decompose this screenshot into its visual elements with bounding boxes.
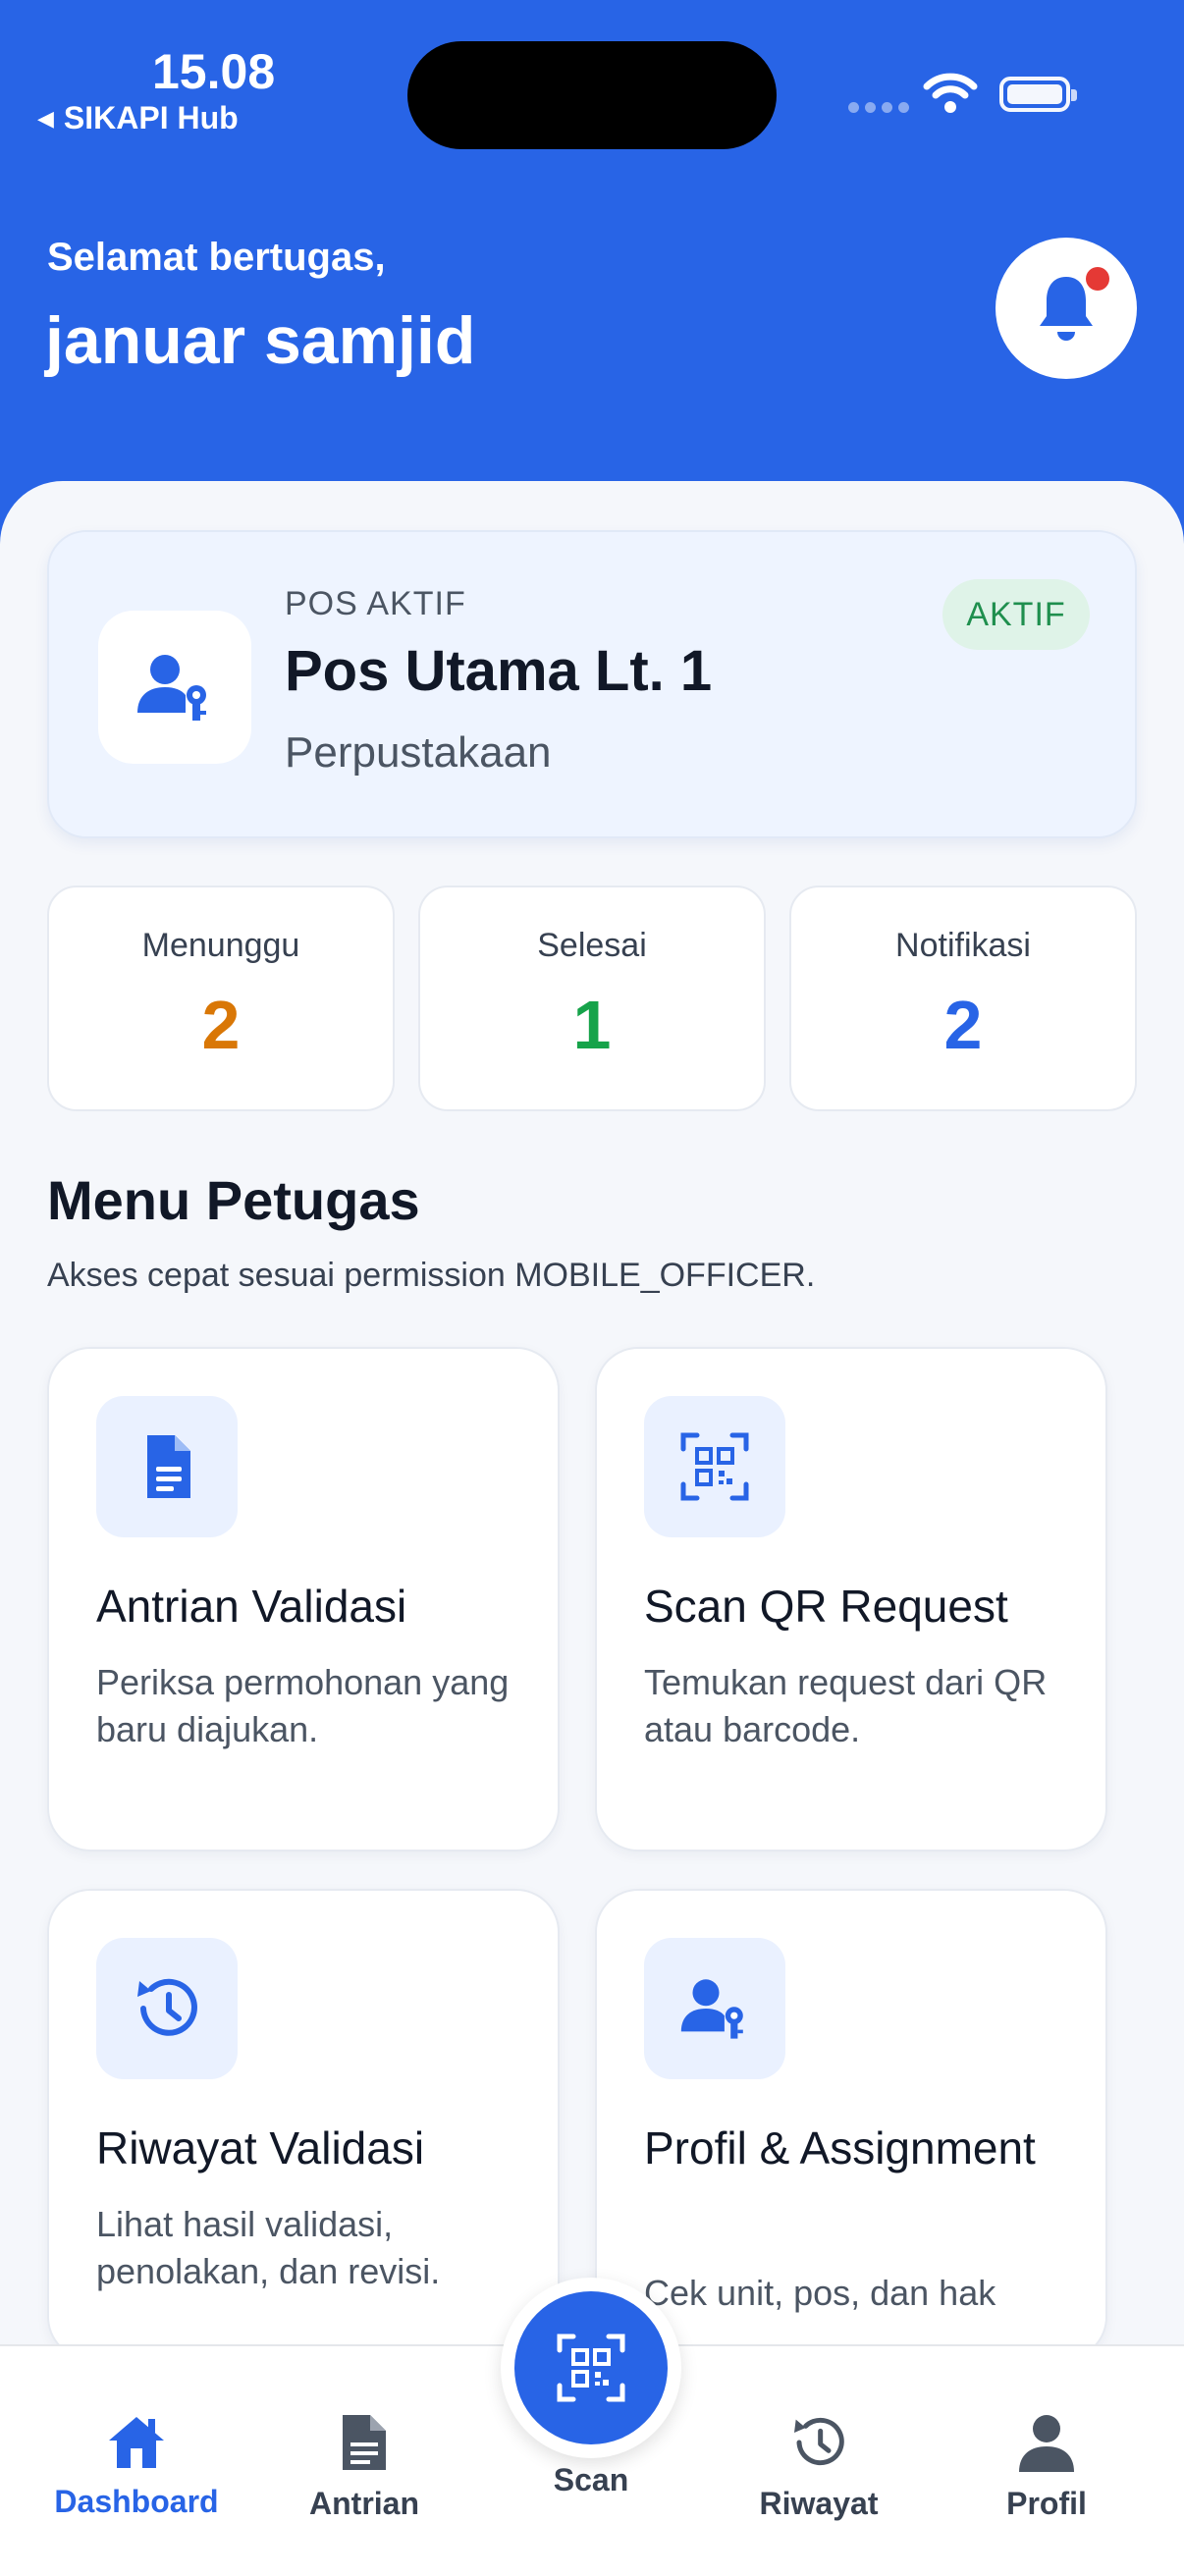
menu-card-profile-assignment[interactable]: Profil & Assignment Cek unit, pos, dan h… (595, 1889, 1107, 2360)
scan-fab-button[interactable] (501, 2278, 681, 2458)
back-arrow-icon: ◀ (37, 106, 54, 131)
menu-card-title: Antrian Validasi (96, 1581, 407, 1632)
post-icon-box (98, 611, 251, 764)
menu-card-title: Riwayat Validasi (96, 2122, 425, 2174)
stat-value: 1 (572, 987, 612, 1063)
stat-label: Selesai (537, 927, 647, 964)
post-place: Perpustakaan (285, 728, 552, 777)
qr-scan-icon (680, 1432, 749, 1501)
battery-icon (999, 77, 1077, 112)
dynamic-island (407, 41, 777, 149)
nav-label: Antrian (309, 2486, 419, 2521)
back-to-app-link[interactable]: ◀ SIKAPI Hub (37, 100, 239, 136)
status-badge: AKTIF (942, 579, 1090, 650)
stat-card-waiting[interactable]: Menunggu 2 (47, 886, 395, 1111)
stat-value: 2 (943, 987, 983, 1063)
status-time: 15.08 (152, 44, 276, 99)
notification-dot (1086, 267, 1109, 291)
nav-label: Dashboard (54, 2484, 219, 2519)
nav-dashboard[interactable]: Dashboard (28, 2413, 244, 2520)
greeting-text: Selamat bertugas, (47, 236, 386, 279)
history-icon (794, 2417, 844, 2466)
post-name: Pos Utama Lt. 1 (285, 639, 713, 703)
history-icon (137, 1978, 197, 2036)
user-key-icon (137, 655, 206, 721)
home-icon (109, 2417, 164, 2468)
nav-label: Riwayat (759, 2486, 879, 2521)
scan-fab-inner (514, 2291, 668, 2444)
stat-label: Menunggu (141, 927, 300, 964)
signal-icon (848, 102, 909, 113)
menu-card-title: Profil & Assignment (644, 2122, 1036, 2174)
notification-button[interactable] (996, 238, 1137, 379)
nav-profil[interactable]: Profil (939, 2413, 1155, 2522)
menu-subtitle: Akses cepat sesuai permission MOBILE_OFF… (47, 1257, 816, 1294)
stat-card-done[interactable]: Selesai 1 (418, 886, 766, 1111)
menu-card-scan-qr[interactable]: Scan QR Request Temukan request dari QR … (595, 1347, 1107, 1852)
menu-icon-box (644, 1938, 785, 2079)
stat-card-notifications[interactable]: Notifikasi 2 (789, 886, 1137, 1111)
qr-scan-icon (557, 2334, 625, 2402)
document-icon (343, 2415, 386, 2470)
scan-label: Scan (553, 2462, 629, 2497)
menu-card-desc: Lihat hasil validasi, penolakan, dan rev… (96, 2204, 441, 2291)
username: januar samjid (45, 303, 476, 378)
stat-value: 2 (201, 987, 241, 1063)
stat-label: Notifikasi (895, 927, 1031, 964)
menu-icon-box (644, 1396, 785, 1537)
nav-antrian[interactable]: Antrian (256, 2413, 472, 2522)
menu-card-desc: Temukan request dari QR atau barcode. (644, 1662, 1048, 1749)
menu-icon-box (96, 1938, 238, 2079)
user-key-icon (680, 1979, 743, 2039)
wifi-icon (923, 73, 978, 113)
document-icon (147, 1435, 190, 1498)
menu-title: Menu Petugas (47, 1169, 420, 1231)
menu-card-desc: Cek unit, pos, dan hak (644, 2273, 996, 2313)
active-post-card[interactable]: POS AKTIF Pos Utama Lt. 1 Perpustakaan A… (47, 530, 1137, 838)
menu-card-title: Scan QR Request (644, 1581, 1008, 1632)
menu-card-validation-history[interactable]: Riwayat Validasi Lihat hasil validasi, p… (47, 1889, 560, 2360)
nav-label: Profil (1006, 2486, 1087, 2521)
post-label: POS AKTIF (285, 585, 466, 622)
user-icon (1019, 2415, 1074, 2472)
menu-card-desc: Periksa permohonan yang baru diajukan. (96, 1662, 510, 1749)
menu-card-validation-queue[interactable]: Antrian Validasi Periksa permohonan yang… (47, 1347, 560, 1852)
menu-icon-box (96, 1396, 238, 1537)
nav-riwayat[interactable]: Riwayat (711, 2413, 927, 2522)
back-app-label: SIKAPI Hub (63, 100, 239, 135)
